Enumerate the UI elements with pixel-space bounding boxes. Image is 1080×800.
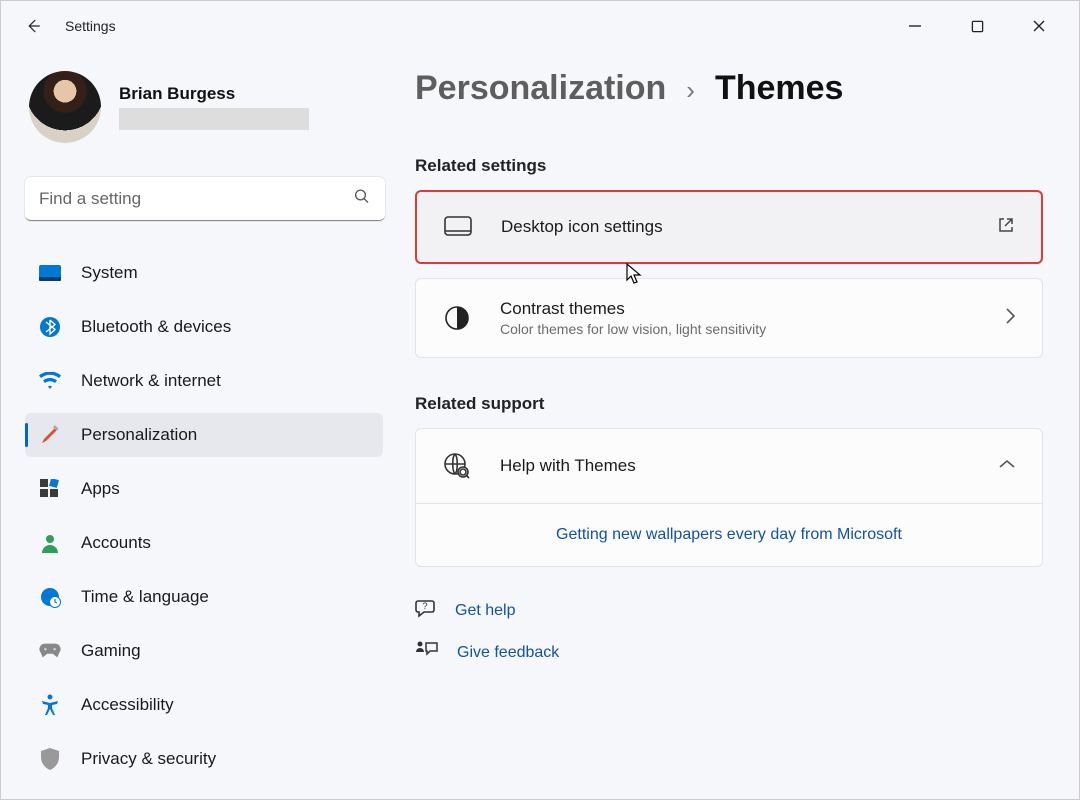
nav-label: Bluetooth & devices (81, 317, 231, 337)
apps-icon (39, 478, 61, 500)
shield-icon (39, 748, 61, 770)
help-chat-icon: ? (415, 597, 437, 624)
chevron-up-icon (998, 457, 1016, 475)
svg-text:?: ? (422, 601, 427, 611)
system-icon (39, 262, 61, 284)
nav-personalization[interactable]: Personalization (25, 413, 383, 457)
nav-list: System Bluetooth & devices Network & int… (25, 251, 383, 781)
link-label: Get help (455, 602, 515, 620)
related-settings-heading: Related settings (415, 156, 1043, 176)
nav-accounts[interactable]: Accounts (25, 521, 383, 565)
card-subtitle: Color themes for low vision, light sensi… (500, 321, 976, 337)
breadcrumb-current: Themes (715, 69, 844, 108)
nav-label: System (81, 263, 138, 283)
link-label: Give feedback (457, 644, 559, 662)
nav-label: Privacy & security (81, 749, 216, 769)
profile-email-redacted (119, 108, 309, 130)
nav-label: Accessibility (81, 695, 174, 715)
nav-time-language[interactable]: Time & language (25, 575, 383, 619)
nav-privacy[interactable]: Privacy & security (25, 737, 383, 781)
nav-label: Gaming (81, 641, 141, 661)
person-icon (39, 532, 61, 554)
avatar (29, 71, 101, 143)
gamepad-icon (39, 640, 61, 662)
globe-clock-icon (39, 586, 61, 608)
paintbrush-icon (39, 424, 61, 446)
nav-network[interactable]: Network & internet (25, 359, 383, 403)
main-content: Personalization › Themes Related setting… (401, 51, 1079, 799)
nav-label: Accounts (81, 533, 151, 553)
sidebar: Brian Burgess System Bluetooth & devices… (1, 51, 401, 799)
nav-label: Time & language (81, 587, 209, 607)
give-feedback-link[interactable]: Give feedback (415, 640, 1043, 665)
search-box[interactable] (25, 177, 385, 221)
desktop-icon-settings-card[interactable]: Desktop icon settings (415, 190, 1043, 264)
help-with-themes-header[interactable]: Help with Themes (416, 429, 1042, 504)
maximize-button[interactable] (959, 8, 995, 44)
contrast-themes-card[interactable]: Contrast themes Color themes for low vis… (415, 278, 1043, 358)
chevron-right-icon (1004, 307, 1016, 330)
breadcrumb: Personalization › Themes (415, 69, 1043, 108)
globe-search-icon (442, 451, 472, 481)
nav-system[interactable]: System (25, 251, 383, 295)
wifi-icon (39, 370, 61, 392)
feedback-icon (415, 640, 439, 665)
nav-label: Network & internet (81, 371, 221, 391)
breadcrumb-parent[interactable]: Personalization (415, 69, 666, 108)
search-icon (353, 188, 371, 211)
related-support-heading: Related support (415, 394, 1043, 414)
nav-gaming[interactable]: Gaming (25, 629, 383, 673)
help-with-themes-card: Help with Themes Getting new wallpapers … (415, 428, 1043, 567)
accessibility-icon (39, 694, 61, 716)
card-title: Contrast themes (500, 299, 976, 319)
bluetooth-icon (39, 316, 61, 338)
titlebar: Settings (1, 1, 1079, 51)
card-title: Help with Themes (500, 456, 970, 476)
app-title: Settings (65, 18, 116, 34)
card-title: Desktop icon settings (501, 217, 969, 237)
back-button[interactable] (13, 6, 53, 46)
nav-bluetooth[interactable]: Bluetooth & devices (25, 305, 383, 349)
profile-name: Brian Burgess (119, 84, 309, 104)
nav-label: Personalization (81, 425, 197, 445)
minimize-button[interactable] (897, 8, 933, 44)
wallpapers-link[interactable]: Getting new wallpapers every day from Mi… (416, 504, 1042, 566)
external-link-icon (997, 216, 1015, 239)
window-controls (897, 8, 1067, 44)
desktop-icon (443, 212, 473, 242)
chevron-right-icon: › (686, 75, 695, 106)
close-button[interactable] (1021, 8, 1057, 44)
get-help-link[interactable]: ? Get help (415, 597, 1043, 624)
search-input[interactable] (25, 177, 385, 221)
profile-block[interactable]: Brian Burgess (25, 71, 383, 143)
nav-apps[interactable]: Apps (25, 467, 383, 511)
contrast-icon (442, 303, 472, 333)
nav-label: Apps (81, 479, 120, 499)
nav-accessibility[interactable]: Accessibility (25, 683, 383, 727)
